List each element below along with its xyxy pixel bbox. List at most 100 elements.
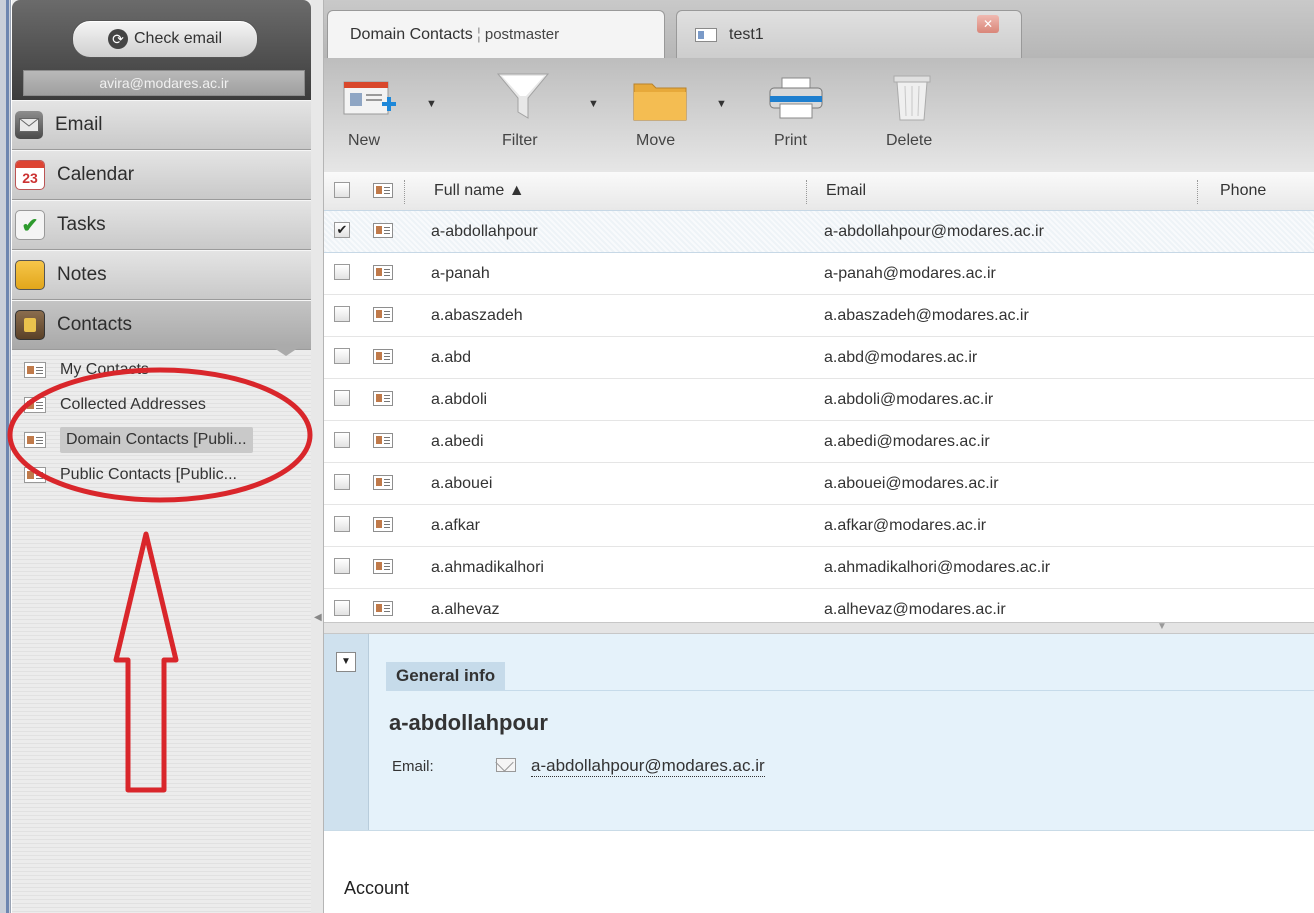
table-row[interactable]: ✔ a-abdollahpour a-abdollahpour@modares.ac… bbox=[324, 210, 1314, 253]
table-row[interactable]: a.abouei a.abouei@modares.ac.ir bbox=[324, 463, 1314, 505]
contact-card-column-icon bbox=[373, 183, 393, 198]
contact-card-icon bbox=[373, 391, 393, 406]
row-checkbox[interactable] bbox=[334, 600, 350, 616]
table-row[interactable]: a-panah a-panah@modares.ac.ir bbox=[324, 253, 1314, 295]
checkmark-icon: ✔ bbox=[15, 210, 45, 240]
folder-domain-contacts[interactable]: Domain Contacts [Publi... bbox=[12, 422, 311, 457]
preview-splitter[interactable]: ▼ bbox=[324, 621, 1314, 634]
new-button[interactable]: ▼ New bbox=[342, 58, 437, 168]
move-label: Move bbox=[636, 132, 676, 149]
column-email[interactable]: Email bbox=[826, 172, 866, 210]
active-module-notch bbox=[268, 344, 304, 356]
nav-tasks[interactable]: ✔ Tasks bbox=[12, 200, 311, 250]
contact-card-icon bbox=[24, 466, 46, 483]
filter-dropdown-caret[interactable]: ▼ bbox=[588, 98, 599, 110]
row-checkbox[interactable] bbox=[334, 474, 350, 490]
refresh-icon: ⟳ bbox=[107, 29, 128, 49]
collapse-section-icon[interactable]: ▼ bbox=[336, 652, 356, 672]
contact-email: a.abedi@modares.ac.ir bbox=[824, 433, 990, 450]
printer-icon bbox=[769, 77, 823, 119]
contact-name: a.abedi bbox=[431, 433, 484, 450]
contact-card-icon bbox=[373, 307, 393, 322]
delete-button[interactable]: Delete bbox=[880, 58, 950, 168]
folder-my-contacts[interactable]: My Contacts bbox=[12, 352, 311, 387]
collapse-arrow-icon: ◀ bbox=[314, 612, 322, 623]
contact-name: a.abd bbox=[431, 349, 472, 366]
row-checkbox[interactable] bbox=[334, 390, 350, 406]
column-phone[interactable]: Phone bbox=[1220, 172, 1266, 210]
section-divider bbox=[386, 690, 1314, 691]
row-checkbox[interactable] bbox=[334, 432, 350, 448]
grid-header: Full name ▲ Email Phone bbox=[324, 172, 1314, 211]
table-row[interactable]: a.ahmadikalhori a.ahmadikalhori@modares.a… bbox=[324, 547, 1314, 589]
table-row[interactable]: a.afkar a.afkar@modares.ac.ir bbox=[324, 505, 1314, 547]
table-row[interactable]: a.abedi a.abedi@modares.ac.ir bbox=[324, 421, 1314, 463]
table-row[interactable]: a.abdoli a.abdoli@modares.ac.ir bbox=[324, 379, 1314, 421]
select-all-checkbox[interactable] bbox=[334, 182, 350, 198]
contact-card-icon bbox=[373, 475, 393, 490]
general-info-panel: ▼ General info a-abdollahpour Email: a-a… bbox=[324, 634, 1314, 831]
contact-card-icon bbox=[373, 517, 393, 532]
close-tab-icon[interactable]: ✕ bbox=[977, 15, 999, 33]
nav-calendar-label: Calendar bbox=[57, 164, 135, 185]
chevron-down-icon: ▼ bbox=[1157, 621, 1167, 632]
sidebar-collapse-handle[interactable]: ◀ bbox=[311, 0, 324, 913]
row-checkbox[interactable] bbox=[334, 264, 350, 280]
nav-notes[interactable]: Notes bbox=[12, 250, 311, 300]
nav-contacts-label: Contacts bbox=[57, 314, 132, 335]
address-book-icon bbox=[15, 310, 45, 340]
row-checkbox[interactable] bbox=[334, 306, 350, 322]
sidebar: ⟳ Check email avira@modares.ac.ir Email … bbox=[12, 0, 312, 913]
contact-card-icon bbox=[24, 396, 46, 413]
calendar-icon: 23 bbox=[15, 160, 45, 190]
filter-funnel-icon bbox=[496, 73, 550, 119]
tab-title: Domain Contacts bbox=[350, 25, 473, 43]
contact-email: a.abaszadeh@modares.ac.ir bbox=[824, 307, 1029, 324]
preview-gutter: ▼ bbox=[324, 634, 369, 830]
tab-domain-contacts[interactable]: Domain Contacts ¦ postmaster bbox=[327, 10, 665, 58]
move-dropdown-caret[interactable]: ▼ bbox=[716, 98, 727, 110]
check-email-button[interactable]: ⟳ Check email bbox=[72, 20, 258, 58]
row-checkbox[interactable] bbox=[334, 516, 350, 532]
nav-email[interactable]: Email bbox=[12, 100, 311, 150]
nav-calendar[interactable]: 23 Calendar bbox=[12, 150, 311, 200]
row-checkbox[interactable] bbox=[334, 348, 350, 364]
column-full-name[interactable]: Full name ▲ bbox=[434, 172, 525, 210]
nav-contacts[interactable]: Contacts bbox=[12, 300, 311, 350]
filter-label: Filter bbox=[502, 132, 538, 149]
new-dropdown-caret[interactable]: ▼ bbox=[426, 98, 437, 110]
contact-folders: My Contacts Collected Addresses Domain C… bbox=[12, 352, 311, 913]
filter-button[interactable]: ▼ Filter bbox=[496, 58, 599, 168]
contact-card-icon bbox=[24, 431, 46, 448]
contact-name: a.ahmadikalhori bbox=[431, 559, 544, 576]
contact-email: a.abd@modares.ac.ir bbox=[824, 349, 978, 366]
main-area: Domain Contacts ¦ postmaster test1 ✕ ▼ N… bbox=[324, 0, 1314, 913]
column-separator[interactable] bbox=[1197, 180, 1198, 204]
print-button[interactable]: Print bbox=[768, 58, 828, 168]
row-checkbox[interactable] bbox=[334, 558, 350, 574]
folder-public-contacts[interactable]: Public Contacts [Public... bbox=[12, 457, 311, 492]
contact-email-link[interactable]: a-abdollahpour@modares.ac.ir bbox=[531, 756, 765, 777]
table-row[interactable]: a.abaszadeh a.abaszadeh@modares.ac.ir bbox=[324, 295, 1314, 337]
tab-title: test1 bbox=[729, 25, 764, 43]
contact-card-icon bbox=[373, 349, 393, 364]
move-button[interactable]: ▼ Move bbox=[632, 58, 727, 168]
contact-card-icon bbox=[373, 265, 393, 280]
column-separator[interactable] bbox=[806, 180, 807, 204]
email-field-label: Email: bbox=[392, 758, 434, 775]
contact-email: a-abdollahpour@modares.ac.ir bbox=[824, 223, 1044, 240]
folder-icon bbox=[633, 83, 687, 121]
envelope-icon bbox=[496, 758, 516, 772]
contact-email: a.ahmadikalhori@modares.ac.ir bbox=[824, 559, 1051, 576]
contact-name: a-panah bbox=[431, 265, 490, 282]
tab-test1[interactable]: test1 ✕ bbox=[676, 10, 1022, 58]
column-separator[interactable] bbox=[404, 180, 405, 204]
folder-collected-addresses[interactable]: Collected Addresses bbox=[12, 387, 311, 422]
sidebar-header: ⟳ Check email avira@modares.ac.ir bbox=[12, 0, 311, 100]
tab-separator: ¦ bbox=[476, 25, 481, 43]
table-row[interactable]: a.abd a.abd@modares.ac.ir bbox=[324, 337, 1314, 379]
tab-bar: Domain Contacts ¦ postmaster test1 ✕ bbox=[324, 0, 1314, 59]
row-checkbox[interactable]: ✔ bbox=[334, 222, 350, 238]
contact-card-icon bbox=[373, 601, 393, 616]
new-contact-icon bbox=[343, 81, 396, 115]
